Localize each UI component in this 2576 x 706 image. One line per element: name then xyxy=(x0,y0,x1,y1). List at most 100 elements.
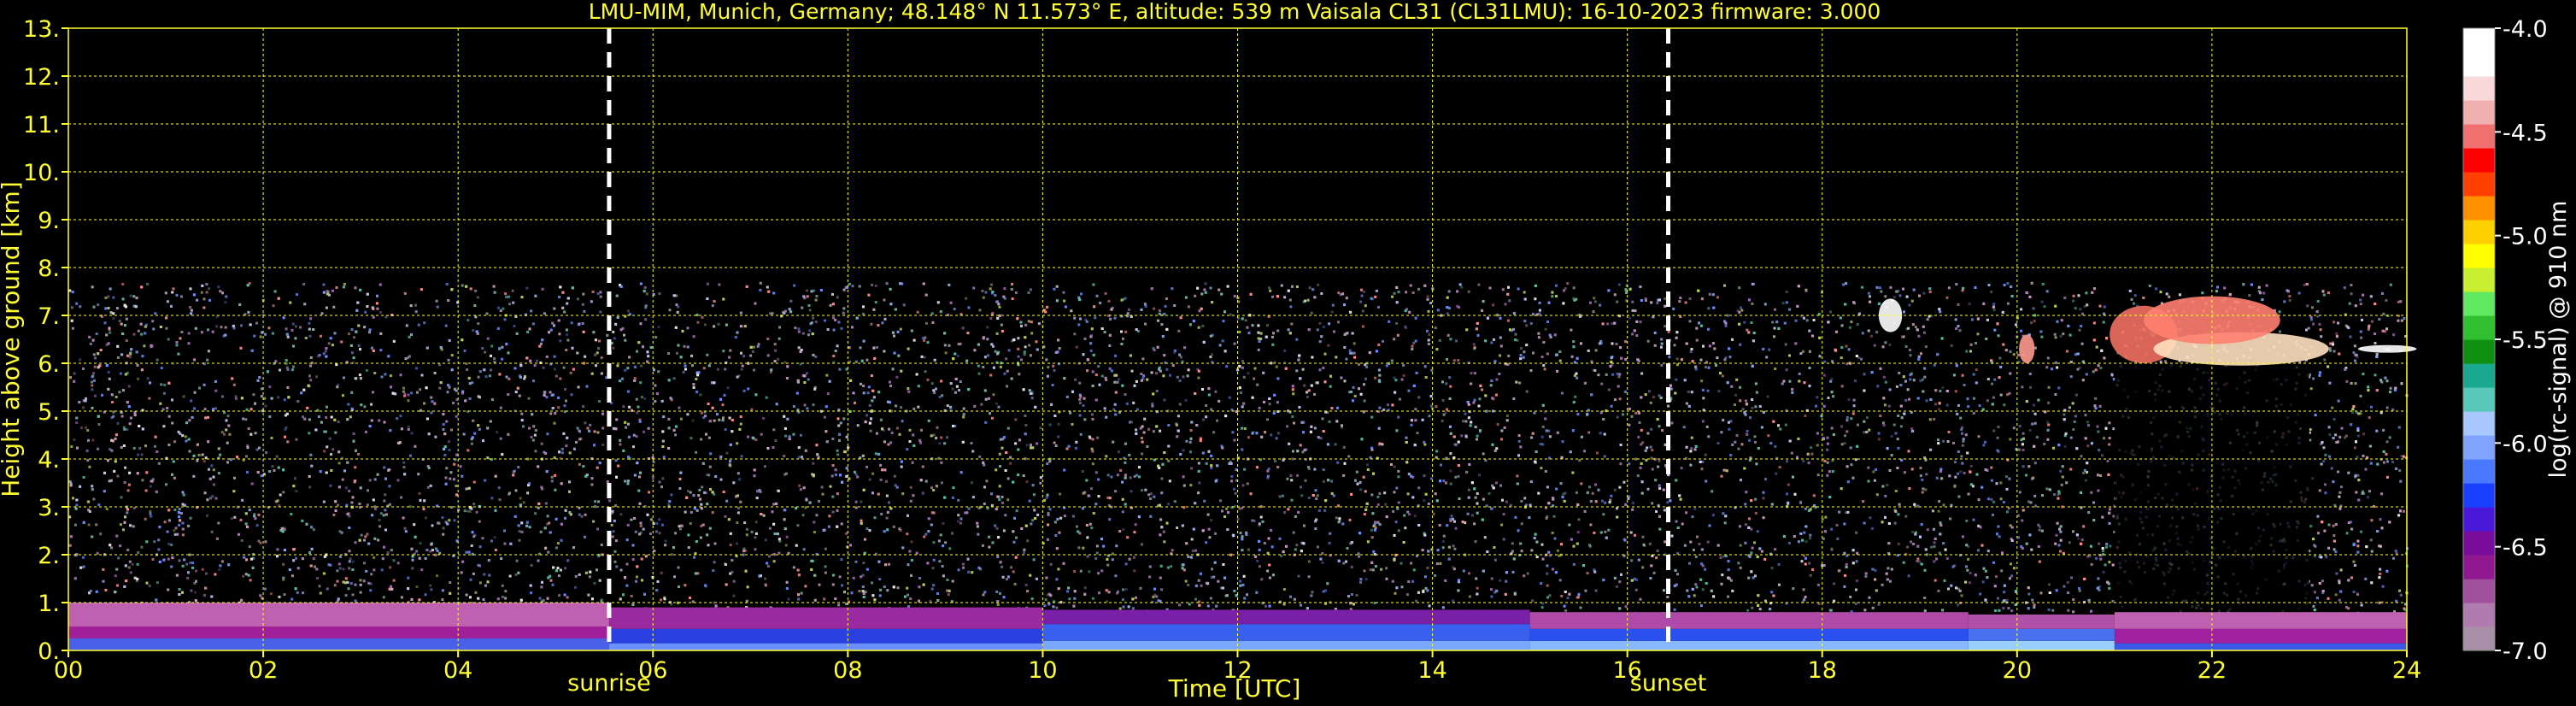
noise-speck xyxy=(1922,291,1926,295)
noise-speck xyxy=(468,509,472,513)
noise-speck xyxy=(1937,509,1940,513)
noise-speck xyxy=(91,438,95,442)
noise-speck xyxy=(2068,541,2071,544)
noise-speck xyxy=(116,421,120,425)
noise-speck xyxy=(1300,485,1302,489)
noise-speck xyxy=(553,368,556,371)
noise-speck xyxy=(468,397,472,400)
noise-speck xyxy=(1188,440,1192,444)
noise-speck xyxy=(812,403,815,407)
noise-speck xyxy=(1405,593,1409,597)
noise-speck xyxy=(1867,291,1870,295)
noise-speck xyxy=(584,513,587,516)
noise-speck xyxy=(1722,419,1725,421)
noise-speck xyxy=(1969,464,1973,468)
noise-speck xyxy=(153,540,156,544)
noise-speck xyxy=(1256,559,1259,562)
noise-speck xyxy=(265,451,268,454)
noise-speck xyxy=(1334,443,1337,446)
noise-speck xyxy=(640,396,643,399)
noise-speck xyxy=(562,366,566,369)
noise-speck xyxy=(1236,517,1240,521)
noise-speck xyxy=(2325,556,2328,559)
noise-speck xyxy=(785,535,789,538)
noise-speck xyxy=(1053,368,1056,372)
noise-speck xyxy=(1415,599,1418,603)
noise-speck xyxy=(1330,479,1334,483)
noise-speck xyxy=(118,320,121,322)
noise-speck xyxy=(1773,335,1775,338)
noise-speck xyxy=(2356,456,2359,459)
noise-speck xyxy=(1320,292,1323,295)
noise-speck xyxy=(194,591,197,594)
noise-speck xyxy=(1112,408,1116,411)
noise-speck xyxy=(1502,513,1505,515)
noise-speck xyxy=(1589,523,1593,527)
noise-speck xyxy=(1863,431,1866,434)
noise-speck xyxy=(769,312,772,315)
noise-speck xyxy=(707,436,711,439)
noise-speck xyxy=(745,527,748,531)
noise-speck xyxy=(1177,415,1180,418)
noise-speck xyxy=(824,565,827,568)
noise-speck xyxy=(888,562,891,566)
noise-speck xyxy=(1361,309,1364,313)
noise-speck xyxy=(1492,303,1495,307)
noise-speck xyxy=(1212,431,1216,434)
noise-speck xyxy=(1603,455,1606,458)
noise-speck xyxy=(1085,320,1088,323)
noise-speck xyxy=(1025,480,1029,484)
noise-speck xyxy=(1364,578,1368,581)
noise-speck xyxy=(1998,535,2001,538)
noise-speck xyxy=(951,532,954,535)
noise-speck xyxy=(419,542,422,545)
noise-speck xyxy=(415,585,419,588)
noise-speck xyxy=(831,292,834,296)
noise-speck xyxy=(1693,448,1697,451)
noise-speck xyxy=(1754,511,1757,515)
noise-speck xyxy=(1722,555,1725,558)
noise-speck xyxy=(202,297,206,301)
noise-speck xyxy=(777,357,780,361)
noise-speck xyxy=(1721,374,1724,378)
noise-speck xyxy=(129,294,132,297)
noise-speck xyxy=(1163,398,1166,402)
noise-speck xyxy=(942,522,945,525)
noise-speck xyxy=(1167,503,1170,506)
noise-speck xyxy=(1741,408,1745,411)
noise-speck xyxy=(429,584,432,587)
noise-speck xyxy=(1259,338,1263,340)
noise-speck xyxy=(73,372,76,375)
noise-speck xyxy=(1540,543,1544,546)
noise-speck xyxy=(476,296,479,299)
noise-speck xyxy=(1880,290,1883,293)
noise-speck xyxy=(531,438,535,442)
noise-speck xyxy=(2313,555,2316,558)
noise-speck xyxy=(449,477,452,480)
noise-speck xyxy=(658,518,661,521)
noise-speck xyxy=(1300,494,1304,497)
noise-speck xyxy=(1937,408,1940,411)
noise-speck xyxy=(1750,551,1753,555)
noise-speck xyxy=(1701,460,1705,463)
noise-speck xyxy=(619,568,623,572)
noise-speck xyxy=(188,553,191,556)
noise-speck xyxy=(670,553,673,556)
noise-speck xyxy=(419,388,422,391)
noise-speck xyxy=(1024,424,1028,427)
noise-speck xyxy=(475,510,478,514)
noise-speck xyxy=(1699,604,1703,608)
noise-speck xyxy=(565,399,567,403)
noise-speck xyxy=(1916,560,1919,562)
noise-speck xyxy=(682,370,685,374)
noise-speck xyxy=(1265,418,1269,421)
noise-speck xyxy=(275,455,279,458)
noise-speck xyxy=(1822,374,1826,377)
noise-speck xyxy=(1468,572,1471,575)
noise-speck xyxy=(455,485,458,487)
noise-speck xyxy=(386,551,390,555)
noise-speck xyxy=(344,486,348,490)
noise-speck xyxy=(1307,560,1311,563)
noise-speck xyxy=(1500,438,1503,441)
noise-speck xyxy=(695,450,698,454)
